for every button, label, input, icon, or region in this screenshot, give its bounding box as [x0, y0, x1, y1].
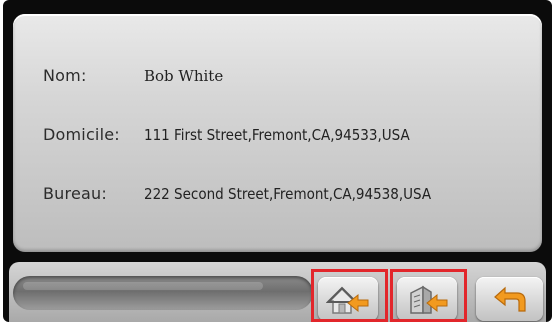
- contact-details-panel: Nom: Bob White Domicile: 111 First Stree…: [13, 14, 542, 252]
- home-address-value: 111 First Street,Fremont,CA,94533,USA: [144, 126, 410, 144]
- home-label: Domicile:: [43, 125, 120, 144]
- navigate-office-icon: [410, 285, 448, 314]
- office-row: Bureau: 222 Second Street,Fremont,CA,945…: [13, 184, 533, 214]
- navigate-home-button[interactable]: [318, 277, 378, 321]
- back-arrow-icon: [494, 286, 526, 312]
- back-button[interactable]: [476, 277, 543, 321]
- bottom-toolbar: [9, 262, 546, 322]
- home-row: Domicile: 111 First Street,Fremont,CA,94…: [13, 125, 533, 155]
- toolbar-slot: [13, 276, 313, 310]
- navigate-office-button[interactable]: [397, 277, 457, 321]
- office-address-value: 222 Second Street,Fremont,CA,94538,USA: [144, 185, 432, 203]
- office-label: Bureau:: [43, 184, 107, 203]
- navigate-home-icon: [326, 286, 369, 314]
- name-value: Bob White: [144, 67, 224, 85]
- name-row: Nom: Bob White: [13, 66, 533, 96]
- slot-shine: [23, 282, 263, 290]
- device-frame: Nom: Bob White Domicile: 111 First Stree…: [3, 0, 552, 322]
- name-label: Nom:: [43, 66, 87, 85]
